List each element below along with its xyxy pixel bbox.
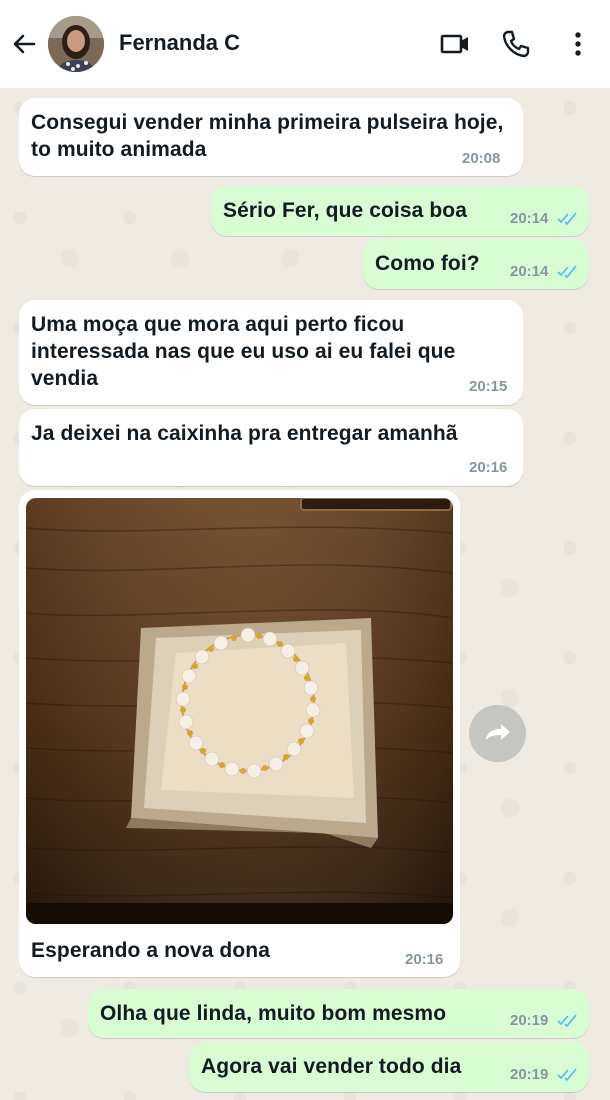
message-bubble-outgoing[interactable]: Como foi? 20:14 bbox=[363, 239, 589, 289]
read-ticks-icon bbox=[557, 265, 577, 278]
message-bubble-incoming[interactable]: Ja deixei na caixinha pra entregar amanh… bbox=[19, 409, 523, 486]
video-call-icon[interactable] bbox=[439, 28, 471, 60]
read-ticks-icon bbox=[557, 212, 577, 225]
message-caption: Esperando a nova dona bbox=[31, 939, 270, 962]
chat-header: Fernanda C bbox=[0, 0, 610, 88]
message-text: Olha que linda, muito bom mesmo bbox=[100, 1002, 447, 1025]
phone-icon[interactable] bbox=[500, 28, 532, 60]
message-text: Agora vai vender todo dia bbox=[201, 1055, 462, 1078]
avatar[interactable] bbox=[48, 16, 104, 72]
message-time: 20:14 bbox=[510, 210, 549, 227]
message-time: 20:16 bbox=[469, 459, 508, 476]
forward-icon[interactable] bbox=[469, 705, 526, 762]
message-time: 20:14 bbox=[510, 263, 549, 280]
message-bubble-outgoing[interactable]: Olha que linda, muito bom mesmo 20:19 bbox=[88, 989, 589, 1038]
message-text: Sério Fer, que coisa boa bbox=[223, 199, 467, 222]
message-text: Como foi? bbox=[375, 252, 480, 275]
message-text: Uma moça que mora aqui perto ficou inter… bbox=[31, 313, 456, 390]
message-time: 20:16 bbox=[405, 951, 444, 968]
read-ticks-icon bbox=[557, 1014, 577, 1027]
contact-name[interactable]: Fernanda C bbox=[119, 30, 240, 56]
message-bubble-outgoing[interactable]: Agora vai vender todo dia 20:19 bbox=[189, 1042, 589, 1092]
message-bubble-incoming[interactable]: Consegui vender minha primeira pulseira … bbox=[19, 98, 523, 176]
message-bubble-incoming[interactable]: Uma moça que mora aqui perto ficou inter… bbox=[19, 300, 523, 405]
message-time: 20:08 bbox=[462, 150, 501, 167]
message-time: 20:19 bbox=[510, 1066, 549, 1083]
read-ticks-icon bbox=[557, 1068, 577, 1081]
more-options-icon[interactable] bbox=[562, 28, 594, 60]
back-arrow-icon[interactable] bbox=[10, 30, 38, 58]
message-time: 20:15 bbox=[469, 378, 508, 395]
message-bubble-outgoing[interactable]: Sério Fer, que coisa boa 20:14 bbox=[211, 186, 589, 236]
bracelet-photo[interactable] bbox=[26, 498, 453, 924]
message-text: Ja deixei na caixinha pra entregar amanh… bbox=[31, 422, 458, 445]
message-time: 20:19 bbox=[510, 1012, 549, 1029]
message-text: Consegui vender minha primeira pulseira … bbox=[31, 111, 504, 161]
